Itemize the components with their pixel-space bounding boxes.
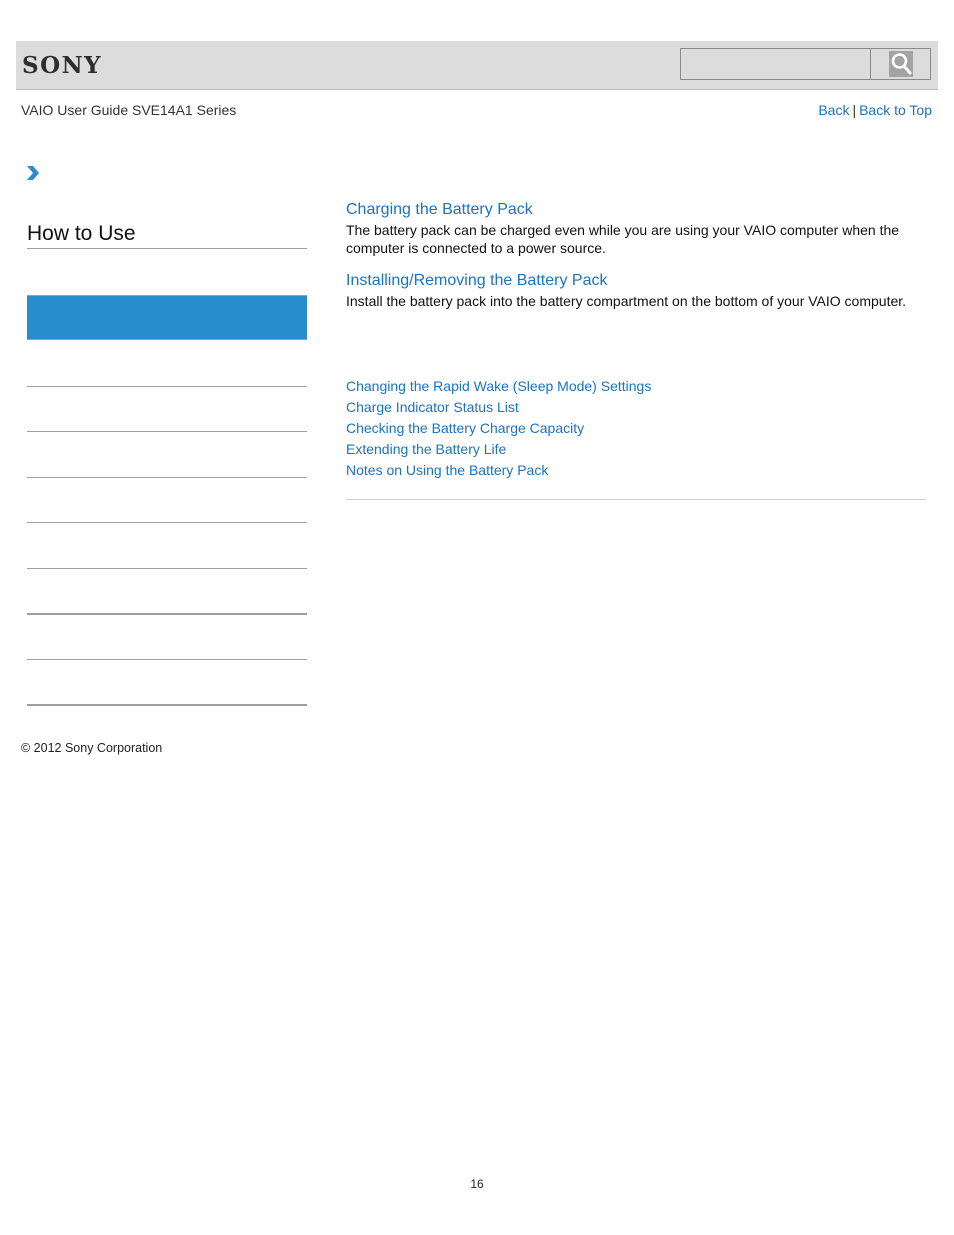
sidebar-item-divider <box>27 522 307 523</box>
sidebar-item-active[interactable] <box>27 295 307 340</box>
related-link[interactable]: Extending the Battery Life <box>346 439 651 460</box>
content-divider <box>346 499 926 500</box>
sidebar-title: How to Use <box>27 222 307 249</box>
guide-title: VAIO User Guide SVE14A1 Series <box>21 102 237 118</box>
related-links: Changing the Rapid Wake (Sleep Mode) Set… <box>346 376 651 481</box>
nav-separator: | <box>852 102 857 118</box>
back-to-top-link[interactable]: Back to Top <box>859 102 932 118</box>
chevron-right-icon[interactable] <box>26 165 40 181</box>
section-description: Install the battery pack into the batter… <box>346 293 907 309</box>
sidebar-item-divider <box>27 386 307 387</box>
related-link[interactable]: Notes on Using the Battery Pack <box>346 460 651 481</box>
sidebar-item-divider <box>27 477 307 478</box>
sidebar-item-divider <box>27 659 307 660</box>
section-title-link[interactable]: Charging the Battery Pack <box>346 200 926 219</box>
search-icon <box>888 51 913 77</box>
back-link[interactable]: Back <box>818 102 849 118</box>
sidebar-item-divider <box>27 613 307 615</box>
section-title-link[interactable]: Installing/Removing the Battery Pack <box>346 271 926 290</box>
related-link[interactable]: Charge Indicator Status List <box>346 397 651 418</box>
sidebar-item-divider <box>27 568 307 569</box>
search-input[interactable] <box>681 49 871 79</box>
header-bar: SONY <box>16 41 938 90</box>
related-link[interactable]: Changing the Rapid Wake (Sleep Mode) Set… <box>346 376 651 397</box>
copyright: © 2012 Sony Corporation <box>21 741 163 755</box>
section-description: The battery pack can be charged even whi… <box>346 222 900 256</box>
section-installing: Installing/Removing the Battery Pack Ins… <box>346 271 926 310</box>
related-link[interactable]: Checking the Battery Charge Capacity <box>346 418 651 439</box>
sony-logo: SONY <box>22 52 103 79</box>
sidebar-item-divider <box>27 704 307 706</box>
sidebar-item-divider <box>27 431 307 432</box>
top-nav-links: Back | Back to Top <box>818 102 932 118</box>
search-box <box>680 48 931 80</box>
search-button[interactable] <box>871 49 930 79</box>
page-number: 16 <box>470 1177 484 1191</box>
main-content: Charging the Battery Pack The battery pa… <box>346 200 926 310</box>
section-charging: Charging the Battery Pack The battery pa… <box>346 200 926 257</box>
